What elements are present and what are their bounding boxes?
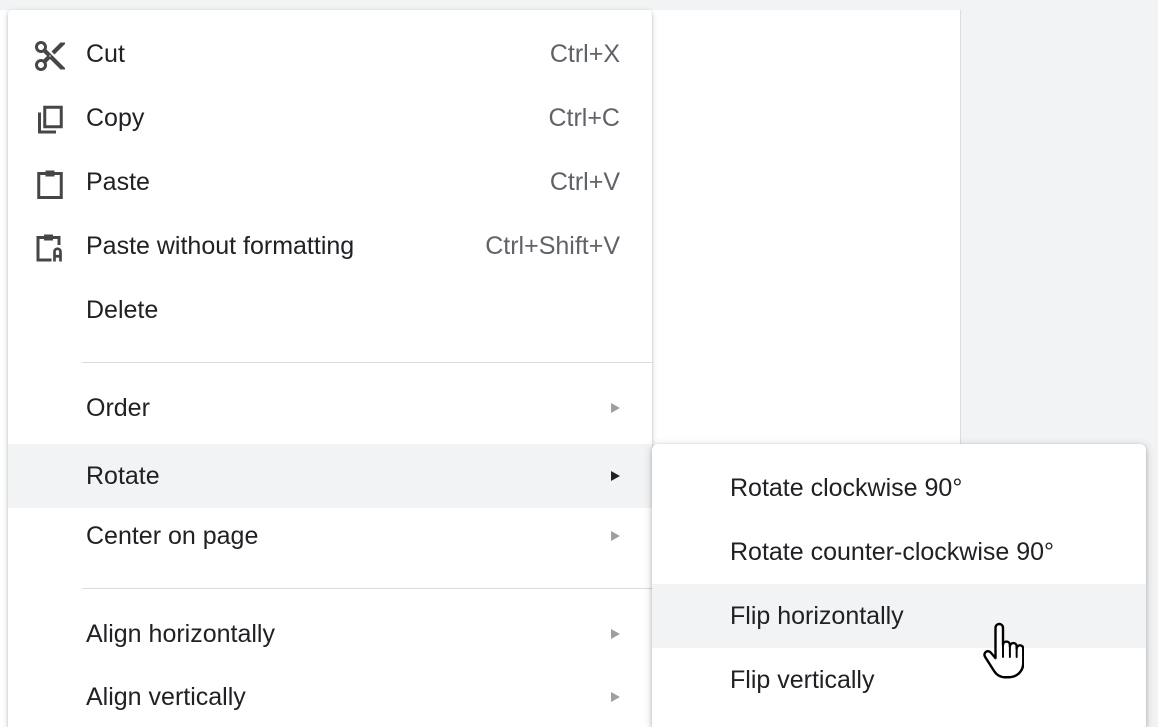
menu-item-label: Rotate xyxy=(86,462,160,490)
menu-item-label: Paste without formatting xyxy=(86,232,355,260)
submenu-item-label: Flip vertically xyxy=(730,666,875,694)
menu-item-label: Align vertically xyxy=(86,683,246,711)
menu-item-label: Order xyxy=(86,394,150,422)
menu-item-label: Copy xyxy=(86,104,145,132)
menu-item-label: Cut xyxy=(86,40,125,68)
submenu-arrow-icon xyxy=(611,403,620,413)
submenu-item-flip-horizontally[interactable]: Flip horizontally xyxy=(652,584,1146,648)
submenu-item-label: Flip horizontally xyxy=(730,602,904,630)
submenu-arrow-icon xyxy=(611,531,620,541)
menu-item-label: Delete xyxy=(86,296,159,324)
menu-item-label: Align horizontally xyxy=(86,620,275,648)
menu-item-copy[interactable]: Copy Ctrl+C xyxy=(8,86,652,150)
menu-item-delete[interactable]: Delete xyxy=(8,278,652,342)
rotate-submenu: Rotate clockwise 90° Rotate counter-cloc… xyxy=(652,444,1146,727)
shortcut-label: Ctrl+X xyxy=(549,40,620,68)
menu-item-center-on-page[interactable]: Center on page xyxy=(8,504,652,568)
context-menu: Cut Ctrl+X Copy Ctrl+C Paste Ctrl+V Past… xyxy=(8,10,652,727)
submenu-item-rotate-counter-clockwise[interactable]: Rotate counter-clockwise 90° xyxy=(652,520,1146,584)
menu-item-paste[interactable]: Paste Ctrl+V xyxy=(8,150,652,214)
submenu-item-flip-vertically[interactable]: Flip vertically xyxy=(652,648,1146,712)
menu-item-order[interactable]: Order xyxy=(8,376,652,440)
copy-icon xyxy=(32,102,68,138)
menu-item-align-vertically[interactable]: Align vertically xyxy=(8,665,652,727)
menu-item-cut[interactable]: Cut Ctrl+X xyxy=(8,22,652,86)
submenu-item-label: Rotate counter-clockwise 90° xyxy=(730,538,1055,566)
menu-item-rotate[interactable]: Rotate xyxy=(8,444,652,508)
menu-item-label: Center on page xyxy=(86,522,259,550)
menu-divider xyxy=(82,362,652,363)
menu-divider xyxy=(82,588,652,589)
submenu-arrow-icon xyxy=(611,471,620,481)
clipboard-icon xyxy=(32,166,68,202)
submenu-item-rotate-clockwise[interactable]: Rotate clockwise 90° xyxy=(652,456,1146,520)
paste-plain-icon xyxy=(32,230,68,266)
submenu-arrow-icon xyxy=(611,692,620,702)
hand-pointer-icon xyxy=(982,622,1024,680)
shortcut-label: Ctrl+V xyxy=(549,168,620,196)
shortcut-label: Ctrl+C xyxy=(548,104,620,132)
submenu-item-label: Rotate clockwise 90° xyxy=(730,474,963,502)
shortcut-label: Ctrl+Shift+V xyxy=(485,232,620,260)
scissors-icon xyxy=(32,38,68,74)
menu-item-paste-without-formatting[interactable]: Paste without formatting Ctrl+Shift+V xyxy=(8,214,652,278)
menu-item-label: Paste xyxy=(86,168,150,196)
menu-item-align-horizontally[interactable]: Align horizontally xyxy=(8,602,652,666)
submenu-arrow-icon xyxy=(611,629,620,639)
screen: Cut Ctrl+X Copy Ctrl+C Paste Ctrl+V Past… xyxy=(0,0,1158,727)
